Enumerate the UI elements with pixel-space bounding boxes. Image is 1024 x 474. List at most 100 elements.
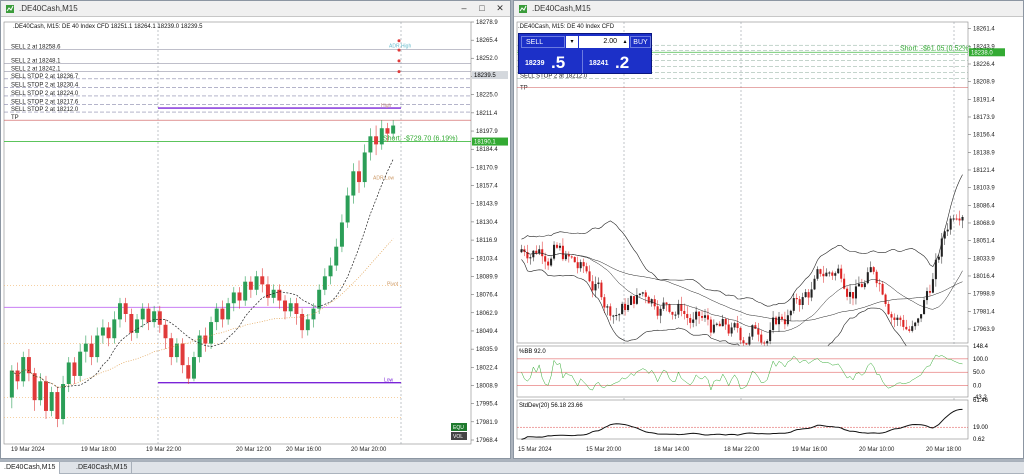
candle-body	[869, 267, 872, 273]
candle-body	[828, 272, 831, 274]
price-axis-label: 18184.4	[476, 147, 498, 153]
candle-body	[786, 315, 789, 325]
maximize-button[interactable]: □	[476, 3, 488, 14]
order-marker	[397, 70, 401, 74]
candle-body	[807, 292, 810, 298]
candle-body	[866, 272, 869, 284]
price-axis-label: 18116.9	[476, 238, 498, 244]
candle-body	[810, 289, 813, 298]
candle-body	[44, 381, 48, 411]
candle-body	[946, 229, 949, 232]
candle-body	[609, 306, 612, 316]
lot-decrease-icon[interactable]: ▾	[566, 36, 578, 48]
candle-body	[606, 306, 609, 308]
time-axis-label: 20 Mar 12:00	[236, 447, 272, 453]
price-axis-label: 18226.4	[973, 62, 995, 68]
tab-chart-2[interactable]: .DE40Cash,M15	[72, 462, 133, 474]
sell-button[interactable]: SELL	[521, 36, 565, 48]
candle-body	[745, 343, 748, 345]
close-button[interactable]: ✕	[494, 3, 506, 14]
minimize-button[interactable]: –	[458, 3, 470, 14]
candle-body	[72, 362, 77, 376]
candle-body	[163, 324, 168, 339]
candle-body	[881, 283, 884, 295]
price-chart-right[interactable]: .DE40Cash, M15: DE 40 Index CFD 18261.4 18…	[514, 18, 1023, 458]
candle-body	[117, 303, 122, 320]
candle-body	[570, 256, 573, 258]
one-click-trading-panel[interactable]: SELL ▾ 2.00 ▴ BUY 18239 .5 18241 .2	[518, 33, 652, 74]
candle-body	[351, 171, 356, 196]
candle-body	[650, 299, 653, 304]
candle-body	[621, 303, 624, 315]
window-titlebar-left[interactable]: .DE40Cash,M15 – □ ✕	[1, 1, 510, 17]
candle-body	[627, 304, 630, 311]
price-chart-left[interactable]: .DE40Cash, M15: DE 40 Index CFD 18251.1 …	[1, 18, 510, 458]
price-axis-label: 17981.4	[973, 309, 995, 315]
candle-body	[582, 262, 585, 267]
order-label: TP	[11, 115, 19, 121]
price-axis-label: 18016.4	[973, 274, 995, 280]
candle-body	[529, 257, 532, 259]
bid-price[interactable]: 18239 .5	[521, 50, 583, 73]
price-axis-label: 18138.9	[973, 150, 995, 156]
lot-increase-icon[interactable]: ▴	[621, 36, 629, 48]
candle-body	[701, 316, 704, 318]
price-axis-label: 18035.9	[476, 347, 498, 353]
candle-body	[736, 323, 739, 329]
tab-chart-1[interactable]: .DE40Cash,M15	[0, 462, 61, 474]
window-titlebar-right[interactable]: .DE40Cash,M15	[514, 1, 1023, 17]
candle-body	[822, 273, 825, 277]
candle-body	[169, 338, 174, 358]
candle-body	[834, 273, 837, 276]
bb-axis-label: 100.0	[973, 357, 989, 363]
candle-body	[911, 326, 914, 331]
chart-tabs: .DE40Cash,M15 .DE40Cash,M15	[0, 461, 1024, 474]
candle-body	[49, 392, 54, 411]
level-label: Pivot	[387, 282, 399, 288]
bb-panel	[516, 345, 969, 398]
price-axis-label: 18225.0	[476, 93, 498, 99]
window-title: .DE40Cash,M15	[19, 4, 78, 13]
order-label: SELL 2 at 18258.6	[11, 44, 61, 50]
candle-body	[547, 261, 550, 266]
ask-price[interactable]: 18241 .2	[585, 50, 649, 73]
level-label: Low	[384, 378, 394, 384]
candle-body	[727, 324, 730, 334]
stddev-axis-label: 19.00	[973, 425, 989, 431]
candle-body	[680, 304, 683, 311]
candle-body	[391, 125, 396, 134]
candle-body	[709, 319, 712, 333]
candle-body	[739, 328, 742, 341]
candle-body	[597, 282, 600, 285]
candle-body	[671, 311, 674, 315]
price-axis-label: 18062.9	[476, 311, 498, 317]
price-axis-label: 18076.4	[476, 293, 498, 299]
candle-body	[254, 276, 259, 290]
candle-body	[95, 335, 100, 358]
candle-body	[712, 324, 715, 333]
order-marker	[397, 39, 401, 43]
candle-body	[83, 343, 88, 352]
time-axis-label: 15 Mar 20:00	[586, 447, 622, 453]
level-label: High	[381, 103, 392, 109]
candle-body	[846, 288, 849, 297]
chart-window-left[interactable]: .DE40Cash,M15 – □ ✕ .DE40Cash, M15: DE 4…	[0, 0, 511, 459]
price-axis-label: 18211.4	[476, 111, 498, 117]
buy-button[interactable]: BUY	[630, 36, 651, 48]
candle-body	[55, 392, 60, 419]
candle-body	[9, 370, 14, 398]
time-axis-label: 15 Mar 2024	[518, 447, 552, 453]
candle-body	[706, 315, 709, 320]
candle-body	[884, 294, 887, 304]
candle-body	[603, 297, 606, 308]
candle-body	[561, 245, 564, 260]
price-axis-label: 18008.9	[476, 383, 498, 389]
lot-size-input[interactable]: 2.00	[579, 36, 621, 48]
candle-body	[567, 254, 570, 257]
bb-axis-label: 50.0	[973, 370, 985, 376]
candle-body	[334, 246, 339, 266]
candle-body	[931, 279, 934, 293]
order-label: SELL STOP 2 at 18230.4	[11, 82, 79, 88]
candle-body	[638, 293, 641, 296]
time-axis-label: 20 Mar 10:00	[859, 447, 895, 453]
